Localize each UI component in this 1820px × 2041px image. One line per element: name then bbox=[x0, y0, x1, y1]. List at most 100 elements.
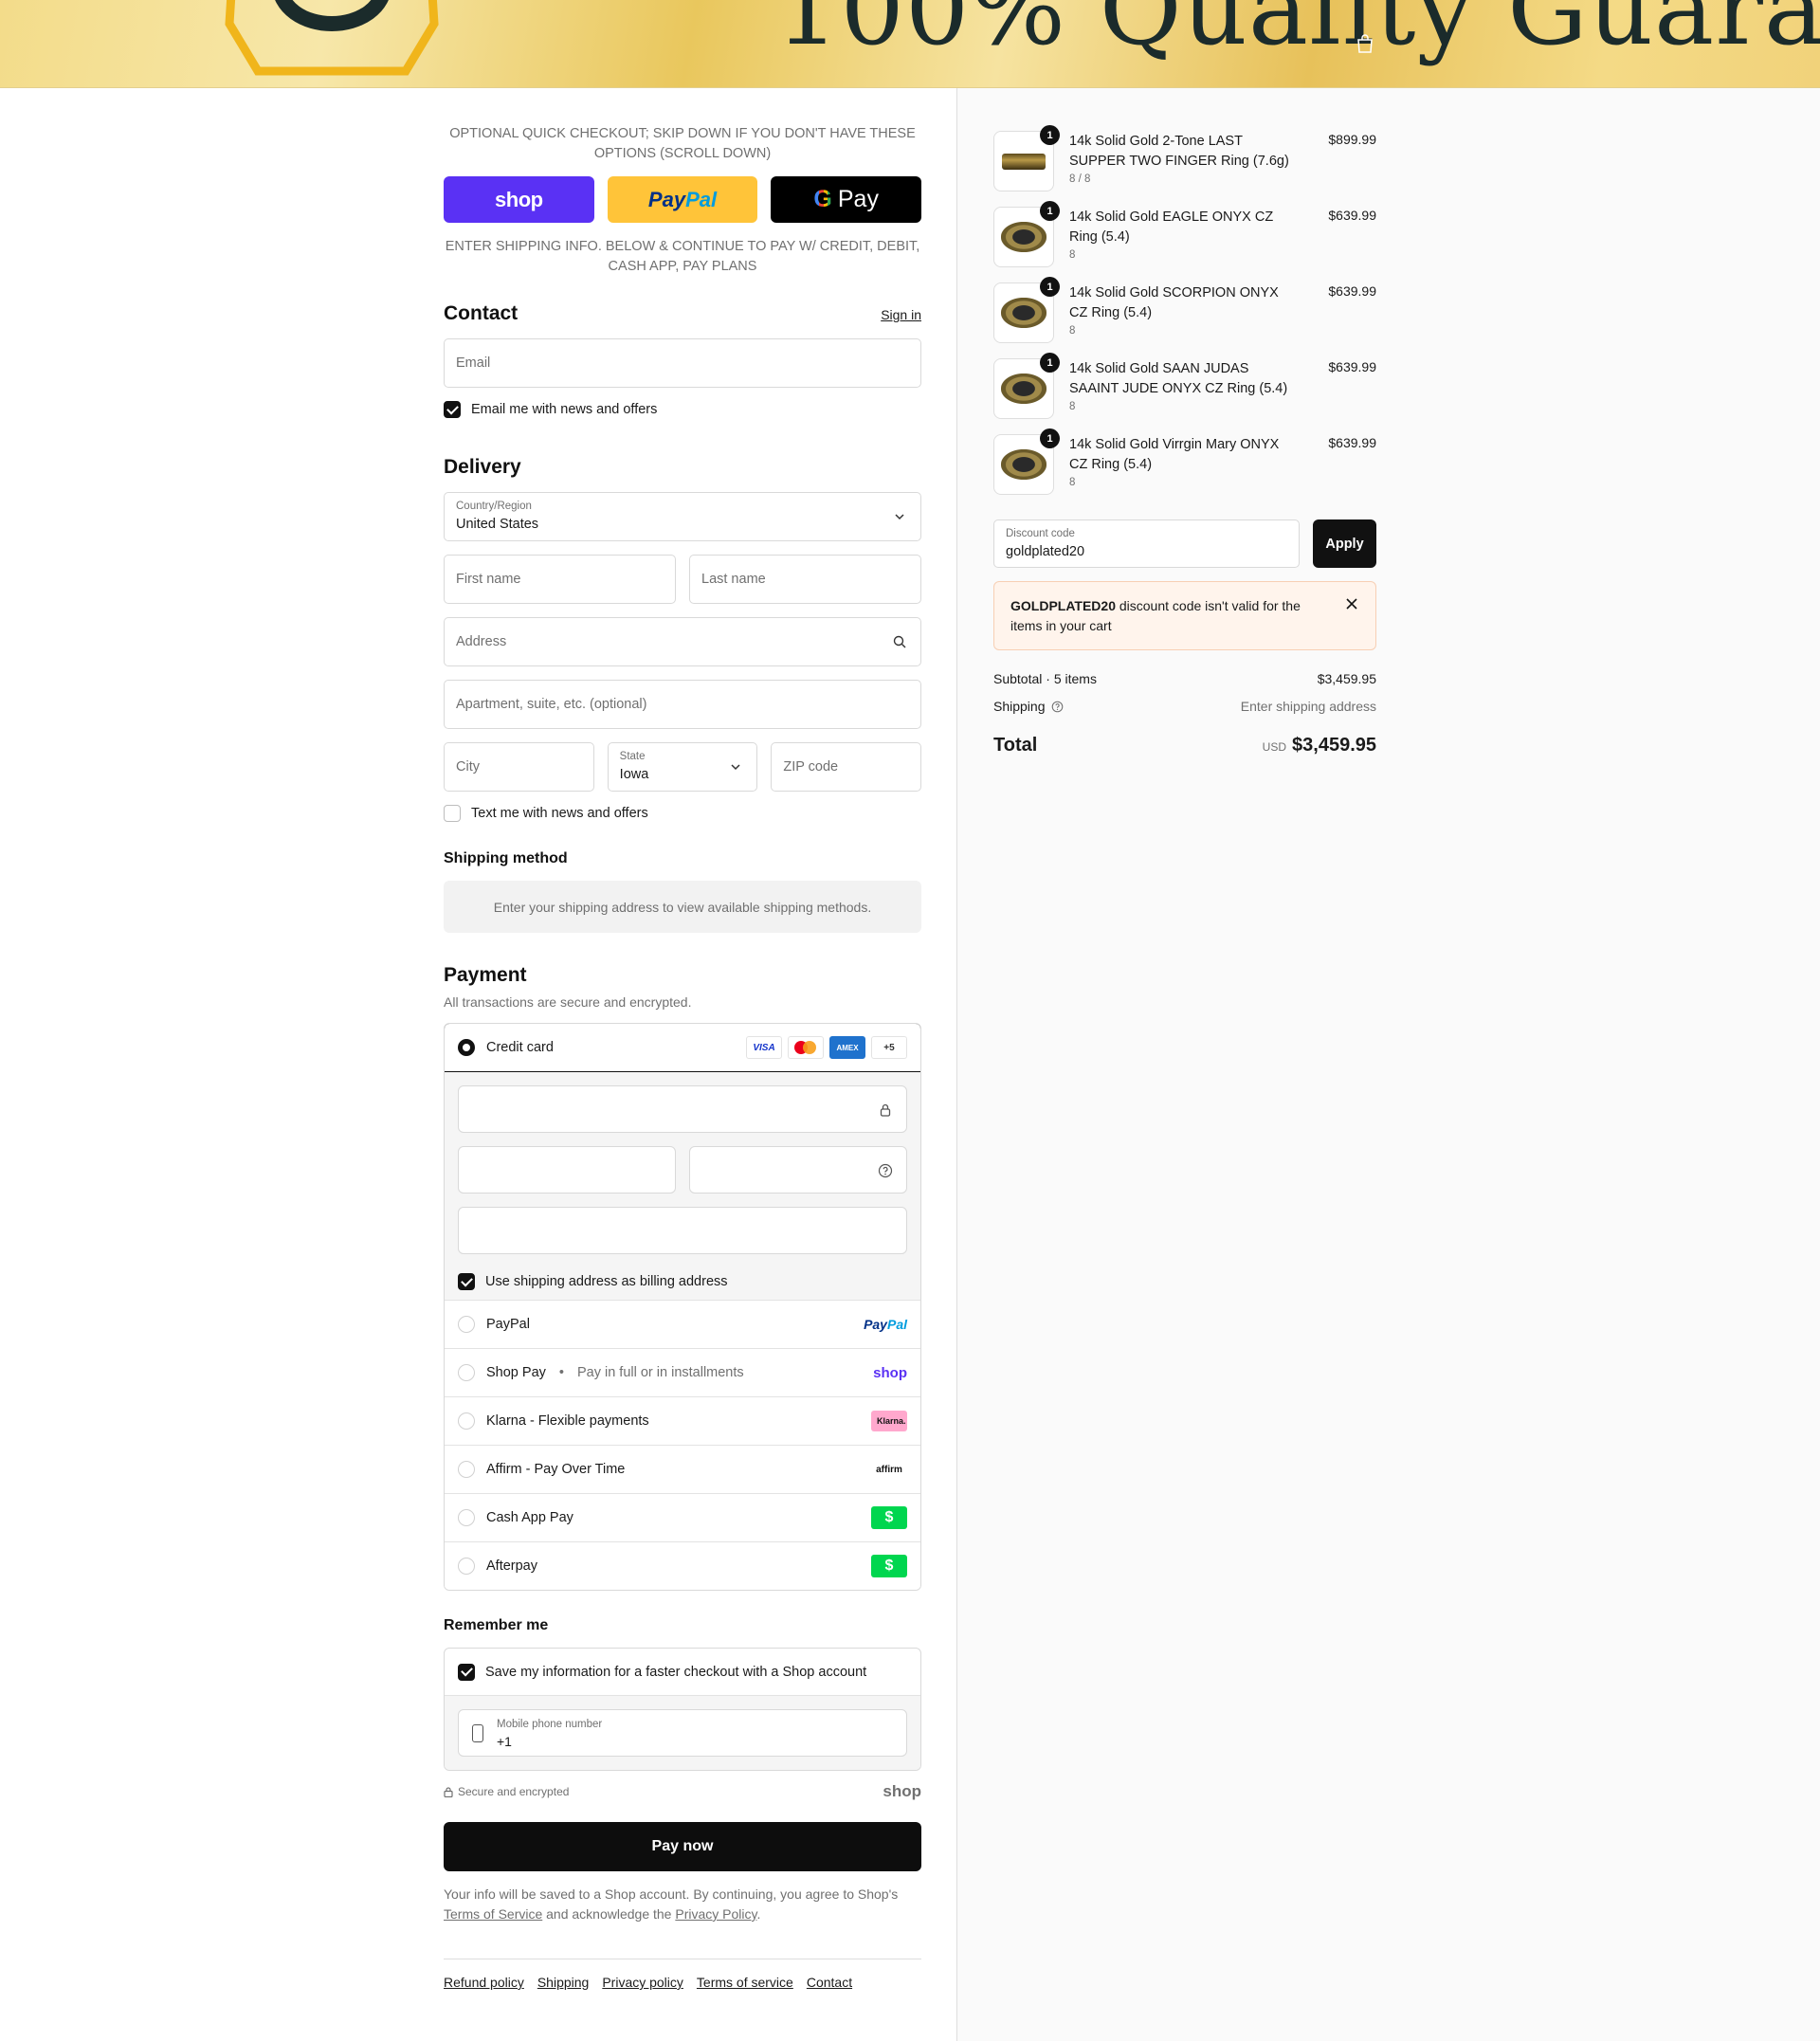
footer-refund-policy-link[interactable]: Refund policy bbox=[444, 1975, 524, 1990]
total-row: Total USD $3,459.95 bbox=[993, 735, 1376, 756]
billing-address-checkbox[interactable] bbox=[458, 1273, 475, 1290]
save-info-checkbox[interactable] bbox=[458, 1663, 475, 1681]
first-name-placeholder: First name bbox=[456, 572, 521, 587]
apartment-field[interactable]: Apartment, suite, etc. (optional) bbox=[444, 680, 921, 729]
country-label: Country/Region bbox=[456, 501, 532, 512]
paypal-option[interactable]: PayPal PayPal bbox=[445, 1300, 920, 1348]
shipping-value: Enter shipping address bbox=[1240, 699, 1376, 714]
legal-text: Your info will be saved to a Shop accoun… bbox=[444, 1885, 921, 1924]
email-news-label: Email me with news and offers bbox=[471, 402, 658, 417]
pay-now-button[interactable]: Pay now bbox=[444, 1822, 921, 1871]
expiry-field[interactable] bbox=[458, 1146, 676, 1194]
credit-card-option[interactable]: Credit card VISA AMEX +5 bbox=[445, 1024, 920, 1072]
footer-terms-link[interactable]: Terms of service bbox=[697, 1975, 793, 1990]
cash-app-option-label: Cash App Pay bbox=[486, 1510, 573, 1525]
shop-pay-option[interactable]: Shop Pay • Pay in full or in installment… bbox=[445, 1348, 920, 1396]
footer-contact-link[interactable]: Contact bbox=[807, 1975, 852, 1990]
card-number-field[interactable] bbox=[458, 1085, 907, 1133]
paypal-radio[interactable] bbox=[458, 1316, 475, 1333]
secure-row: Secure and encrypted shop bbox=[444, 1782, 921, 1801]
shop-pay-option-label: Shop Pay bbox=[486, 1365, 546, 1380]
product-price: $639.99 bbox=[1328, 359, 1376, 374]
first-name-field[interactable]: First name bbox=[444, 555, 676, 604]
name-row: First name Last name bbox=[444, 555, 921, 604]
cart-line-item: 1 14k Solid Gold Virrgin Mary ONYX CZ Ri… bbox=[993, 392, 1376, 495]
city-field[interactable]: City bbox=[444, 742, 594, 792]
klarna-logo-icon: Klarna. bbox=[871, 1411, 907, 1431]
paypal-button[interactable]: Pay Pal bbox=[607, 176, 758, 223]
visa-icon: VISA bbox=[746, 1036, 782, 1059]
security-code-field[interactable] bbox=[689, 1146, 907, 1194]
klarna-option[interactable]: Klarna - Flexible payments Klarna. bbox=[445, 1396, 920, 1445]
text-news-checkbox[interactable] bbox=[444, 805, 461, 822]
email-news-checkbox[interactable] bbox=[444, 401, 461, 418]
remember-me-title: Remember me bbox=[444, 1617, 549, 1633]
affirm-radio[interactable] bbox=[458, 1461, 475, 1478]
google-logo-icon: G bbox=[813, 186, 832, 212]
paypal-logo-part2: Pal bbox=[685, 187, 718, 211]
discount-code-label: Discount code bbox=[1006, 528, 1075, 539]
credit-card-fields: Use shipping address as billing address bbox=[445, 1072, 920, 1300]
country-select[interactable]: Country/Region United States bbox=[444, 492, 921, 541]
close-icon[interactable] bbox=[1345, 597, 1358, 610]
state-select[interactable]: State Iowa bbox=[607, 742, 758, 792]
product-price: $639.99 bbox=[1328, 283, 1376, 299]
cart-line-item: 1 14k Solid Gold SCORPION ONYX CZ Ring (… bbox=[993, 240, 1376, 343]
billing-address-checkbox-row: Use shipping address as billing address bbox=[458, 1264, 907, 1300]
credit-card-radio[interactable] bbox=[458, 1039, 475, 1056]
ring-image-icon bbox=[1001, 449, 1046, 480]
email-placeholder: Email bbox=[456, 355, 491, 371]
last-name-field[interactable]: Last name bbox=[689, 555, 921, 604]
checkout-form: OPTIONAL QUICK CHECKOUT; SKIP DOWN IF YO… bbox=[444, 88, 922, 1990]
cart-bag-icon[interactable] bbox=[1354, 32, 1376, 55]
affirm-option[interactable]: Affirm - Pay Over Time affirm bbox=[445, 1445, 920, 1493]
discount-code-field[interactable]: Discount code goldplated20 bbox=[993, 519, 1300, 568]
country-value: United States bbox=[456, 517, 539, 532]
quantity-badge: 1 bbox=[1040, 201, 1060, 221]
privacy-policy-link[interactable]: Privacy Policy bbox=[675, 1906, 756, 1922]
afterpay-option[interactable]: Afterpay $ bbox=[445, 1541, 920, 1590]
shipping-label-wrap: Shipping bbox=[993, 699, 1064, 714]
cash-app-radio[interactable] bbox=[458, 1509, 475, 1526]
paypal-logo-icon: PayPal bbox=[864, 1317, 907, 1332]
paypal-option-label: PayPal bbox=[486, 1317, 530, 1332]
email-field[interactable]: Email bbox=[444, 338, 921, 388]
sign-in-link[interactable]: Sign in bbox=[881, 307, 921, 322]
mobile-phone-field[interactable]: Mobile phone number +1 bbox=[458, 1709, 907, 1757]
more-cards-badge: +5 bbox=[871, 1036, 907, 1059]
quantity-badge: 1 bbox=[1040, 125, 1060, 145]
mobile-phone-value: +1 bbox=[497, 1734, 512, 1749]
address-field[interactable]: Address bbox=[444, 617, 921, 666]
product-price: $899.99 bbox=[1328, 132, 1376, 147]
google-pay-button[interactable]: G Pay bbox=[771, 176, 922, 223]
contact-title: Contact bbox=[444, 302, 519, 324]
shipping-method-info: Enter your shipping address to view avai… bbox=[444, 881, 921, 933]
help-circle-icon[interactable] bbox=[1051, 701, 1064, 713]
klarna-radio[interactable] bbox=[458, 1412, 475, 1430]
shipping-info-notice: ENTER SHIPPING INFO. BELOW & CONTINUE TO… bbox=[445, 239, 920, 274]
paypal-logo-part1: Pay bbox=[647, 187, 686, 211]
help-circle-icon[interactable] bbox=[878, 1163, 893, 1178]
footer-shipping-link[interactable]: Shipping bbox=[537, 1975, 590, 1990]
state-value: Iowa bbox=[619, 767, 649, 782]
zip-field[interactable]: ZIP code bbox=[771, 742, 922, 792]
mastercard-icon bbox=[788, 1036, 824, 1059]
name-on-card-field[interactable] bbox=[458, 1207, 907, 1254]
shop-pay-radio[interactable] bbox=[458, 1364, 475, 1381]
total-amount-wrap: USD $3,459.95 bbox=[1263, 735, 1376, 756]
quantity-badge: 1 bbox=[1040, 277, 1060, 297]
text-news-checkbox-row: Text me with news and offers bbox=[444, 805, 921, 822]
apply-discount-button[interactable]: Apply bbox=[1313, 519, 1376, 568]
amex-icon: AMEX bbox=[829, 1036, 865, 1059]
footer-privacy-policy-link[interactable]: Privacy policy bbox=[602, 1975, 683, 1990]
quantity-badge: 1 bbox=[1040, 353, 1060, 373]
afterpay-radio[interactable] bbox=[458, 1558, 475, 1575]
city-placeholder: City bbox=[456, 759, 480, 774]
quality-badge-icon bbox=[225, 0, 439, 76]
shop-pay-button[interactable]: shop bbox=[444, 176, 594, 223]
cart-line-item: 1 14k Solid Gold 2-Tone LAST SUPPER TWO … bbox=[993, 88, 1376, 191]
cash-app-option[interactable]: Cash App Pay $ bbox=[445, 1493, 920, 1541]
terms-of-service-link[interactable]: Terms of Service bbox=[444, 1906, 542, 1922]
payment-title: Payment bbox=[444, 964, 527, 986]
legal-text-2: and acknowledge the bbox=[546, 1906, 672, 1922]
